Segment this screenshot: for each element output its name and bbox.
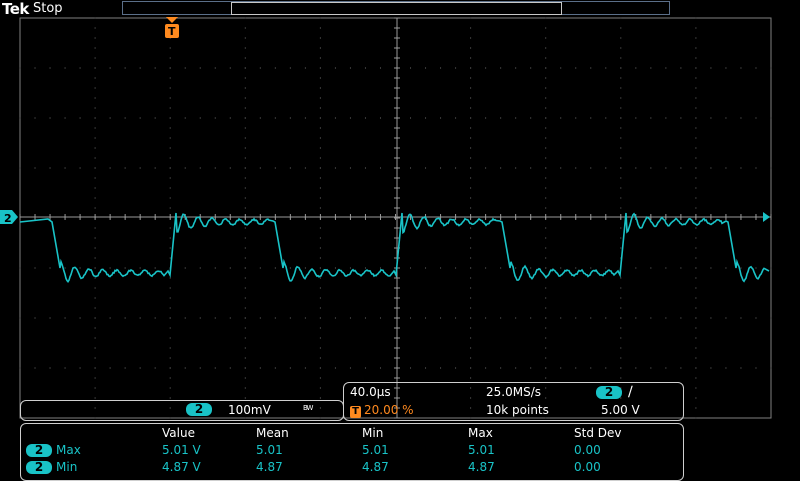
axis-ticks [20,18,771,418]
meas-row-2-max: 4.87 [468,460,495,474]
meas-row-2-type: Min [56,460,77,474]
bandwidth-limit-icon: BW [303,404,312,412]
meas-row-2-channel[interactable]: 2 [26,461,52,474]
brand-logo: Tek [2,0,29,18]
meas-row-1-channel[interactable]: 2 [26,444,52,457]
col-header-std-dev: Std Dev [574,426,621,440]
meas-row-2-value: 4.87 V [162,460,201,474]
col-header-mean: Mean [256,426,289,440]
col-header-value: Value [162,426,195,440]
meas-row-2-std-dev: 0.00 [574,460,601,474]
trigger-level-marker[interactable] [763,212,770,222]
vertical-scale: 100mV [228,403,271,417]
col-header-min: Min [362,426,383,440]
meas-row-1-mean: 5.01 [256,443,283,457]
meas-row-1-max: 5.01 [468,443,495,457]
trigger-position-marker[interactable]: T [165,17,179,38]
horizontal-scale: 40.0µs [350,385,391,399]
trigger-badge: T [350,406,361,418]
channel-2-waveform [20,213,769,282]
acquisition-state: Stop [33,1,63,16]
trigger-level: 5.00 V [601,403,640,417]
channel-2-ground-marker[interactable]: 2 [0,210,18,225]
record-view-window[interactable] [231,2,562,15]
svg-text:2: 2 [4,212,12,225]
meas-row-1-min: 5.01 [362,443,389,457]
trigger-position: T 20.00 % [350,403,414,418]
channel-2-badge[interactable]: 2 [186,403,212,416]
channel-readout[interactable] [20,400,344,421]
meas-row-1-value: 5.01 V [162,443,201,457]
svg-text:T: T [168,25,176,38]
meas-row-1-type: Max [56,443,81,457]
col-header-max: Max [468,426,493,440]
meas-row-2-min: 4.87 [362,460,389,474]
meas-row-2-mean: 4.87 [256,460,283,474]
record-length: 10k points [486,403,549,417]
sample-rate: 25.0MS/s [486,385,541,399]
meas-row-1-std-dev: 0.00 [574,443,601,457]
trigger-source-badge[interactable]: 2 [596,386,622,399]
rising-edge-icon: ∕ [628,384,633,400]
